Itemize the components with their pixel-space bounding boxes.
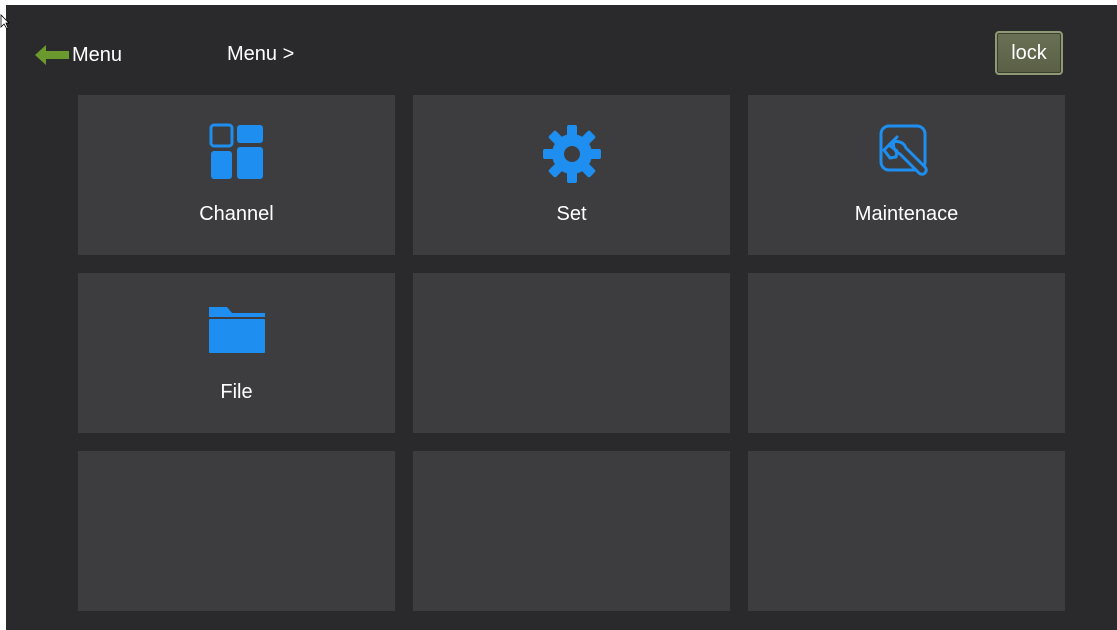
back-button[interactable]: Menu: [34, 41, 122, 69]
tile-file[interactable]: File: [78, 273, 395, 433]
tile-maintenance[interactable]: Maintenace: [748, 95, 1065, 255]
menu-grid: Channel Set Maintenace File: [78, 95, 1065, 611]
folder-icon: [207, 301, 267, 361]
back-label: Menu: [72, 43, 123, 66]
tile-channel[interactable]: Channel: [78, 95, 395, 255]
mouse-cursor-icon: [0, 14, 10, 30]
menu-screen: Menu Menu > lock Channel Set Maintenace …: [6, 5, 1117, 630]
tile-set[interactable]: Set: [413, 95, 730, 255]
wrench-icon: [877, 123, 937, 183]
tile-empty[interactable]: [413, 451, 730, 611]
tile-empty[interactable]: [78, 451, 395, 611]
breadcrumb: Menu >: [227, 43, 295, 65]
lock-button[interactable]: lock: [995, 31, 1063, 75]
tile-label: Set: [556, 203, 587, 225]
tile-empty[interactable]: [748, 273, 1065, 433]
channel-grid-icon: [207, 123, 267, 183]
tile-label: File: [220, 381, 253, 403]
tile-empty[interactable]: [748, 451, 1065, 611]
top-bar: Menu Menu > lock: [6, 5, 1117, 95]
gear-icon: [542, 123, 602, 183]
tile-empty[interactable]: [413, 273, 730, 433]
tile-label: Maintenace: [854, 203, 959, 225]
back-arrow-icon: [35, 45, 69, 65]
tile-label: Channel: [199, 203, 274, 225]
